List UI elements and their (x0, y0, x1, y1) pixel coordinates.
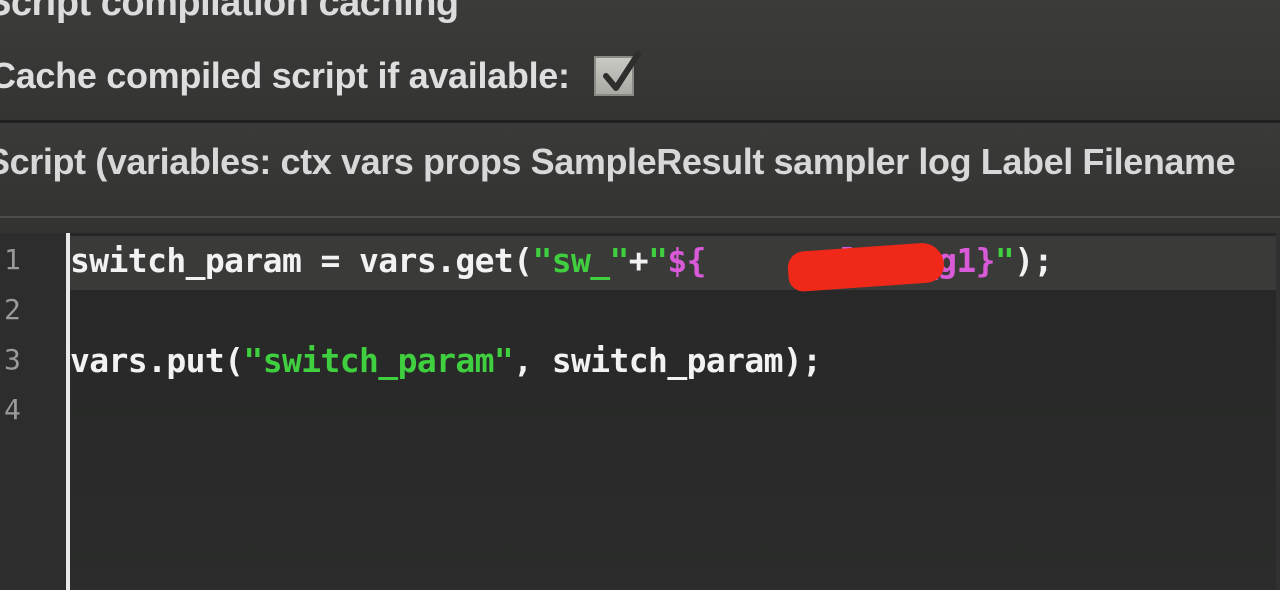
code-line[interactable]: vars.put("switch_param", switch_param); (70, 341, 822, 380)
code-token-str: " (648, 241, 668, 280)
script-border (0, 216, 1280, 218)
cache-row: Cache compiled script if available: (0, 51, 641, 100)
script-label: Script (variables: ctx vars props Sample… (0, 141, 1236, 182)
checkmark-icon (602, 51, 641, 91)
code-token-str: "sw_" (532, 241, 629, 280)
line-number: 1 (4, 243, 21, 276)
code-token-plain: , switch_param); (513, 341, 822, 380)
code-token-str: "switch_param" (243, 341, 514, 380)
cache-checkbox[interactable] (593, 51, 641, 96)
cache-section: Script compilation caching Cache compile… (0, 0, 1280, 122)
line-number: 3 (4, 343, 21, 376)
scrollbar[interactable] (1276, 233, 1280, 590)
script-section: Script (variables: ctx vars props Sample… (0, 123, 1280, 233)
code-token-str: " (994, 241, 1015, 280)
code-token-plain: ); (1014, 241, 1053, 280)
group-title: Script compilation caching (0, 0, 459, 24)
code-token-plain: switch_param = vars.get( (70, 241, 533, 280)
line-number-gutter: 1 2 3 4 (0, 233, 66, 590)
code-editor[interactable]: 1 2 3 4 switch_param = vars.get("sw_"+"$… (0, 233, 1280, 590)
line-number: 4 (4, 393, 21, 426)
code-token-plain: vars.put( (70, 341, 244, 380)
code-token-plain: + (628, 241, 649, 280)
code-token-var: ${ (667, 241, 706, 280)
cache-label: Cache compiled script if available: (0, 55, 570, 96)
line-number: 2 (4, 293, 21, 326)
